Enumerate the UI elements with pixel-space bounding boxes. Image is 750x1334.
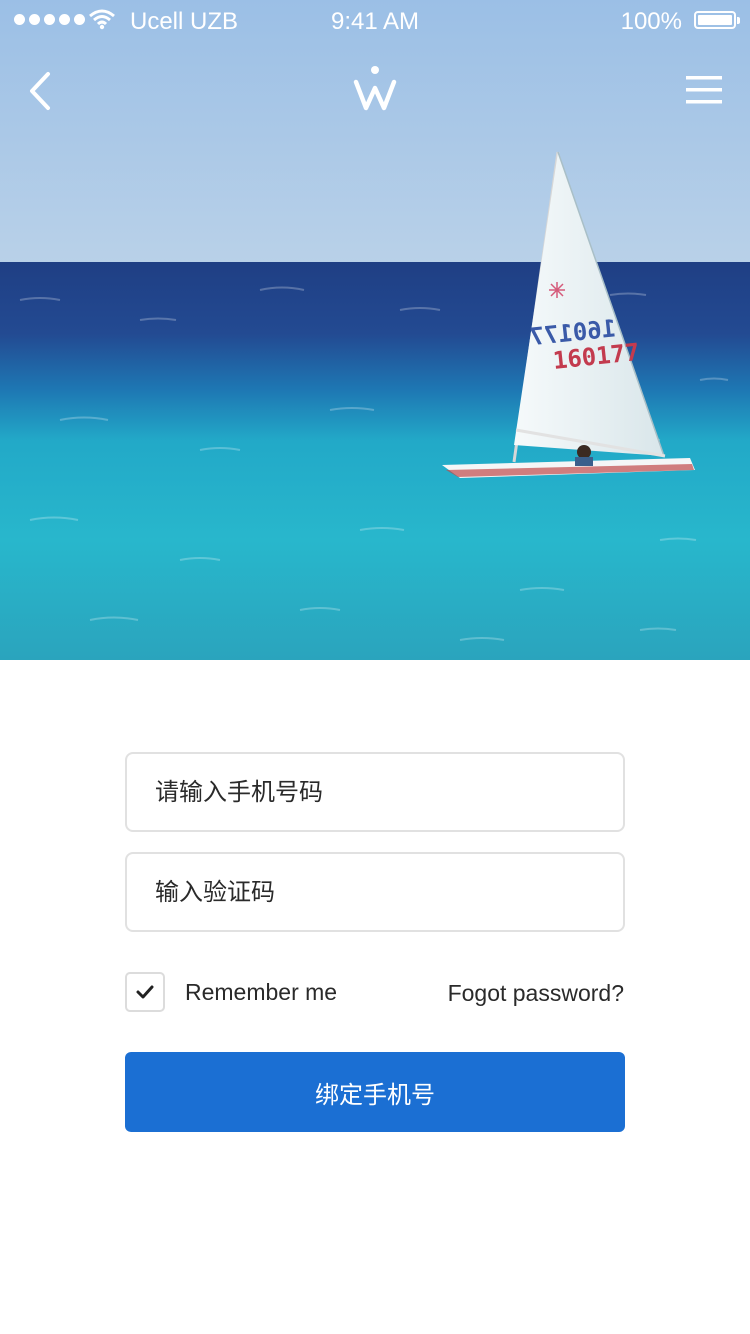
phone-field [125,752,625,832]
status-bar: Ucell UZB 9:41 AM 100% [0,0,750,42]
hero-image: 160177 160177 Ucell UZB 9:41 AM 100% [0,0,750,660]
forgot-password-link[interactable]: Fogot password? [448,980,624,1007]
chevron-left-icon[interactable] [24,68,64,114]
phone-input[interactable] [155,754,595,830]
bind-phone-button[interactable]: 绑定手机号 [125,1052,625,1132]
verification-code-input[interactable] [155,854,595,930]
remember-me-checkbox[interactable] [125,972,165,1012]
code-field [125,852,625,932]
checkmark-icon [136,985,154,999]
w-logo-icon [353,66,397,111]
battery-icon [694,11,740,29]
remember-me-label: Remember me [185,978,338,1005]
remember-me-toggle[interactable]: Remember me [125,972,337,1012]
battery-percent: 100% [620,8,682,35]
hamburger-menu-icon[interactable] [684,72,724,108]
